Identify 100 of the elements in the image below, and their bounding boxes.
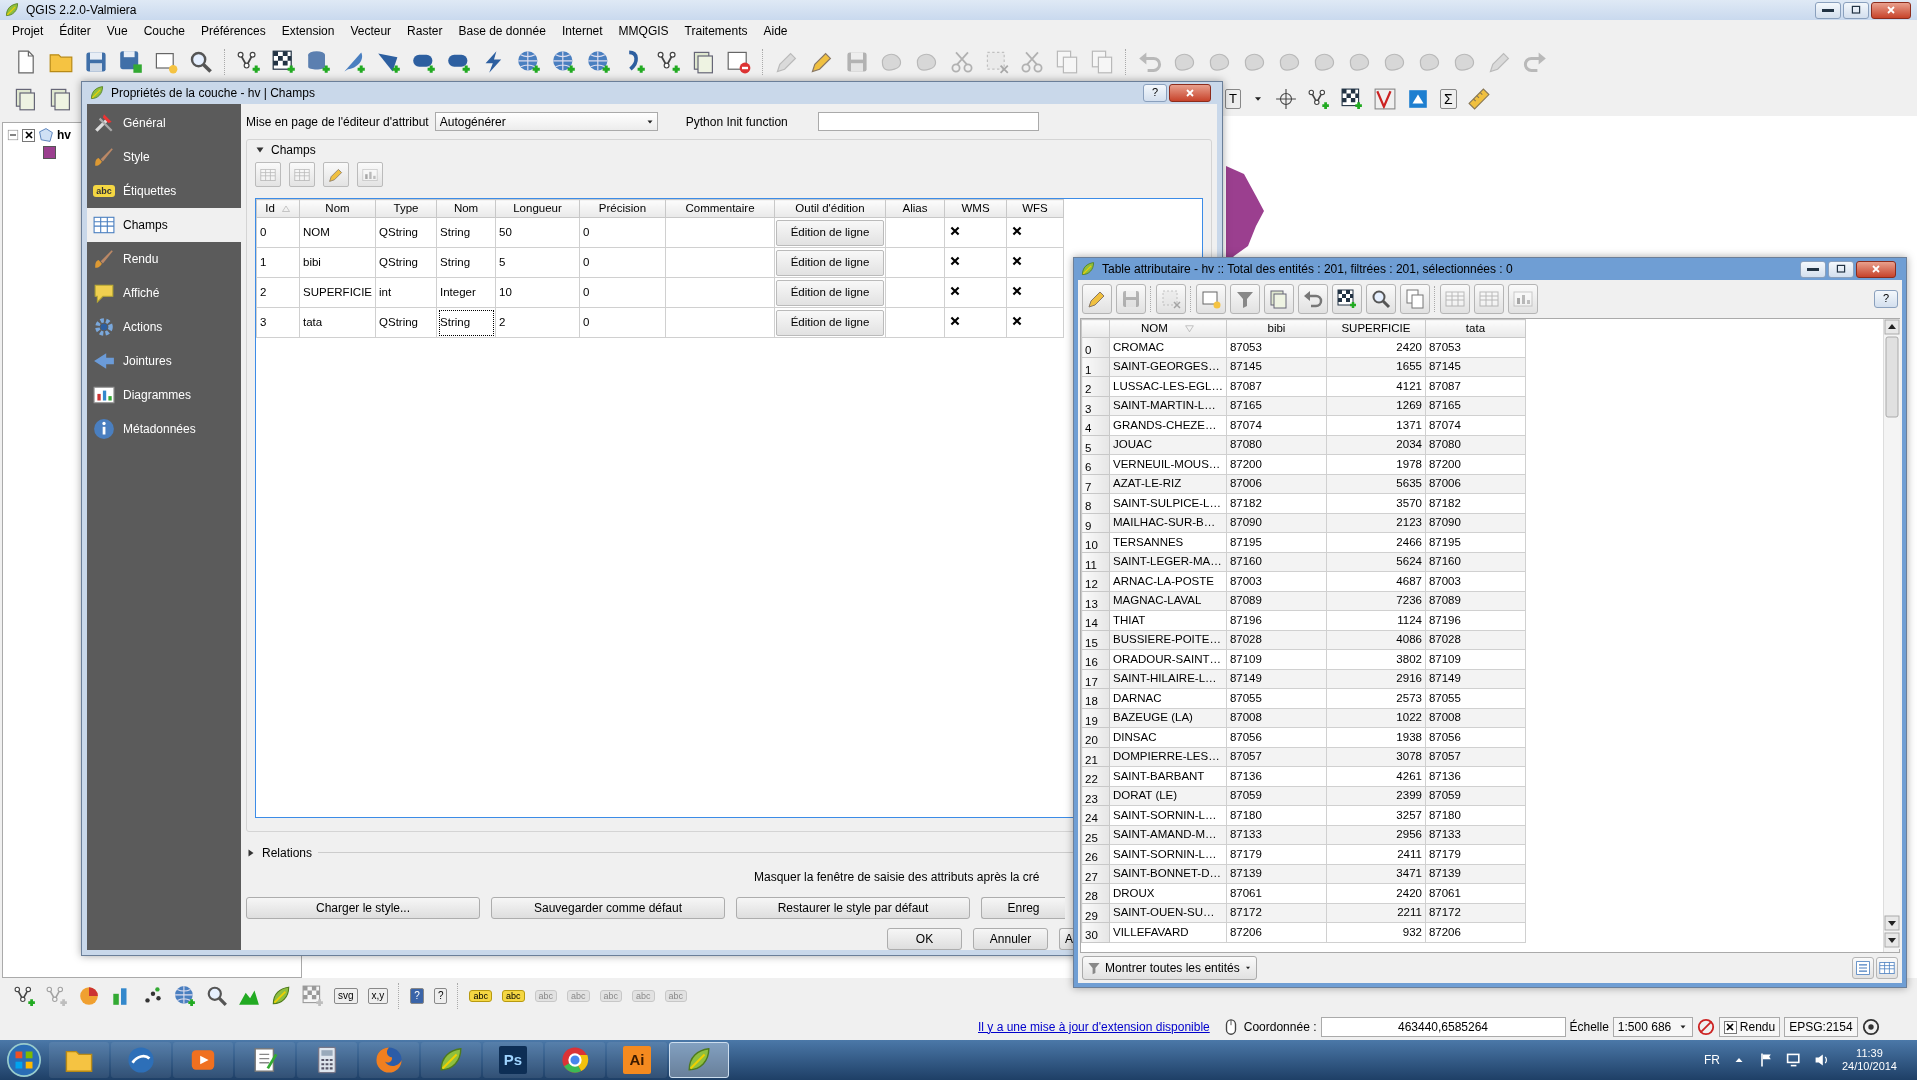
feather-icon[interactable] [342,50,366,74]
column-header[interactable]: NOM [1109,319,1227,338]
pencil-icon[interactable] [810,50,834,74]
node-plus-icon[interactable] [14,985,36,1007]
row-header[interactable]: 8 [1081,493,1110,513]
help-button[interactable]: ? [1874,290,1898,308]
scrollbar[interactable] [1884,319,1900,949]
checkbox[interactable] [22,128,35,142]
sidebar-item[interactable]: Diagrammes [87,378,241,412]
layer-stack-icon[interactable] [692,50,716,74]
sidebar-item[interactable]: Rendu [87,242,241,276]
minimize-button[interactable] [1815,1,1841,19]
row-header[interactable]: 27 [1081,864,1110,884]
taskbar-button[interactable] [545,1042,605,1078]
edit-widget-button[interactable]: Édition de ligne [776,249,884,276]
checkbox[interactable] [1723,1020,1737,1034]
checkbox[interactable] [948,314,961,328]
page-icon[interactable] [154,50,178,74]
checkbox[interactable] [1010,284,1023,298]
checker-grid-icon[interactable] [1340,88,1363,110]
crs-button[interactable]: EPSG:2154 [1784,1017,1858,1037]
row-header[interactable]: 19 [1081,708,1110,728]
row-header[interactable]: 6 [1081,454,1110,474]
row-header[interactable]: 30 [1081,922,1110,942]
menu-item[interactable]: Vecteur [342,21,400,41]
toolbar-button[interactable] [1366,284,1396,314]
row-header[interactable]: 28 [1081,883,1110,903]
globe-icon[interactable] [552,50,576,74]
magnifier-icon[interactable] [189,50,213,74]
row-header[interactable]: 12 [1081,571,1110,591]
row-header[interactable]: 17 [1081,669,1110,689]
statistics-button[interactable]: Σ [1439,88,1457,110]
sidebar-item[interactable]: Champs [87,208,241,242]
help-button[interactable]: ? [1143,84,1167,102]
coordinate-tool-button[interactable]: x,y [367,988,389,1004]
sidebar-item[interactable]: abc Étiquettes [87,174,241,208]
column-header[interactable]: Alias [885,199,945,218]
dialog-button[interactable]: A [1059,928,1073,950]
edit-widget-button[interactable]: Édition de ligne [776,279,884,306]
sidebar-item[interactable]: Actions [87,310,241,344]
minimize-button[interactable] [1800,260,1826,278]
no-entry-icon[interactable] [1696,1018,1715,1036]
checkbox[interactable] [948,284,961,298]
row-header[interactable]: 0 [1081,337,1110,357]
layer-name[interactable]: hv [57,127,71,143]
dialog-button[interactable]: Annuler [973,928,1048,950]
ruler-icon[interactable] [1467,88,1490,110]
clock-time[interactable]: 11:39 [1841,1046,1897,1060]
taskbar-button[interactable]: Ps [483,1042,543,1078]
taskbar-button[interactable] [421,1042,481,1078]
row-header[interactable]: 1 [1081,357,1110,377]
checkbox[interactable] [1010,314,1023,328]
column-header[interactable]: SUPERFICIE [1326,319,1426,338]
column-header[interactable]: WMS [944,199,1007,218]
checker-grid-icon[interactable] [302,985,324,1007]
row-header[interactable]: 16 [1081,649,1110,669]
database-icon[interactable] [307,50,331,74]
menu-item[interactable]: Extension [273,21,343,41]
checkbox[interactable] [948,254,961,268]
row-header[interactable]: 21 [1081,747,1110,767]
row-header[interactable]: 7 [1081,474,1110,494]
row-header[interactable]: 25 [1081,825,1110,845]
collapse-icon[interactable] [7,129,19,141]
row-header[interactable]: 2 [1081,376,1110,396]
menu-item[interactable]: Traitements [676,21,756,41]
close-button[interactable] [1856,260,1896,278]
sidebar-item[interactable]: Jointures [87,344,241,378]
language-indicator[interactable]: FR [1703,1052,1720,1068]
row-header[interactable]: 11 [1081,552,1110,572]
row-header[interactable]: 9 [1081,513,1110,533]
row-header[interactable]: 14 [1081,610,1110,630]
node-plus-icon[interactable] [46,985,68,1007]
rectangle-minus-icon[interactable] [727,50,751,74]
row-header[interactable]: 26 [1081,844,1110,864]
row-header[interactable]: 20 [1081,727,1110,747]
close-button[interactable] [1169,84,1211,102]
magnifier-icon[interactable] [206,985,228,1007]
column-header[interactable]: bibi [1226,319,1327,338]
label-tool-button[interactable]: abc [502,989,525,1003]
menu-item[interactable]: MMQGIS [610,21,677,41]
layer-stack-icon[interactable] [49,87,73,111]
row-header[interactable]: 24 [1081,805,1110,825]
menu-item[interactable]: Couche [135,21,193,41]
globe-icon[interactable] [174,985,196,1007]
row-header[interactable]: 3 [1081,396,1110,416]
cube-icon[interactable] [1406,88,1429,110]
checkbox[interactable] [1010,254,1023,268]
taskbar-button[interactable] [111,1042,171,1078]
row-header[interactable]: 29 [1081,903,1110,923]
column-header[interactable]: tata [1425,319,1526,338]
checkbox[interactable] [948,224,961,238]
leaf-icon[interactable] [270,985,292,1007]
menu-item[interactable]: Raster [399,21,451,41]
toolbar-button[interactable] [1332,284,1362,314]
column-header[interactable]: Type [375,199,437,218]
form-view-button[interactable] [1852,957,1874,979]
style-button[interactable]: Charger le style... [246,897,480,919]
globe-icon[interactable] [517,50,541,74]
scale-dropdown[interactable]: 1:500 686 [1612,1017,1693,1037]
update-link[interactable]: Il y a une mise à jour d'extension disponible [978,1019,1210,1035]
